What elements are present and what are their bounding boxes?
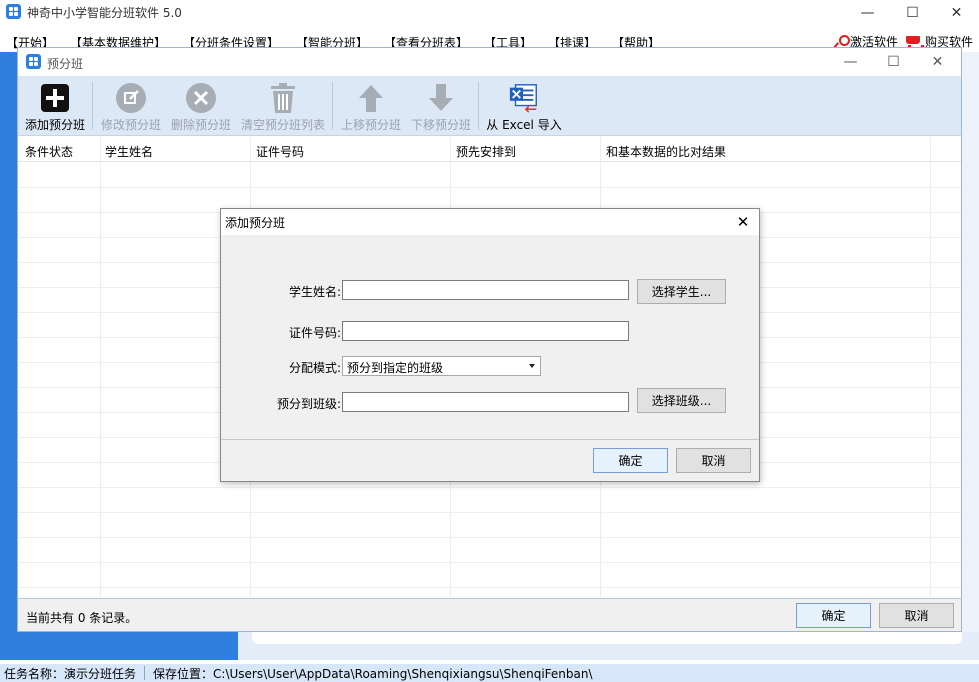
grid-line	[18, 587, 961, 588]
grid-line	[18, 187, 961, 188]
edit-icon	[115, 82, 147, 114]
dialog-cancel-button[interactable]: 取消	[676, 448, 751, 473]
grid-line	[930, 137, 931, 597]
excel-import-button[interactable]: 从 Excel 导入	[484, 82, 564, 134]
student-name-input[interactable]	[342, 280, 629, 300]
status-separator	[144, 666, 146, 680]
child-title-bar: 预分班 — ☐ ✕	[18, 48, 961, 76]
column-header[interactable]: 条件状态	[25, 143, 73, 160]
edit-pre-assign-button[interactable]: 修改预分班	[100, 82, 162, 134]
background-panel	[0, 52, 17, 660]
choose-class-button[interactable]: 选择班级...	[637, 388, 726, 413]
dialog-title: 添加预分班	[225, 216, 286, 230]
toolbar: 添加预分班 修改预分班 删除预分班 清空预分班列表 上移预分班 下移预分班 从 …	[18, 76, 961, 136]
dialog-body: 学生姓名: 选择学生... 证件号码: 分配模式: 预分到指定的班级 预分到班级…	[221, 235, 759, 440]
child-minimize-button[interactable]: —	[828, 49, 873, 75]
delete-icon	[185, 82, 217, 114]
plus-icon	[39, 82, 71, 114]
cancel-button[interactable]: 取消	[879, 603, 954, 628]
record-count: 当前共有 0 条记录。	[26, 611, 138, 625]
app-title-bar: 神奇中小学智能分班软件 5.0 — ☐ ✕	[0, 0, 979, 25]
grid-line	[18, 537, 961, 538]
toolbar-separator	[332, 82, 333, 130]
toolbar-separator	[92, 82, 93, 130]
dialog-footer: 确定 取消	[221, 441, 759, 481]
target-class-label: 预分到班级:	[276, 397, 341, 411]
app-title: 神奇中小学智能分班软件 5.0	[27, 6, 182, 20]
child-window-title: 预分班	[47, 57, 84, 71]
target-class-input[interactable]	[342, 392, 629, 412]
save-path: 保存位置：C:\Users\User\AppData\Roaming\Shenq…	[153, 666, 593, 681]
column-header[interactable]: 和基本数据的比对结果	[606, 143, 726, 160]
mode-label: 分配模式:	[288, 361, 341, 375]
table-header: 条件状态 学生姓名 证件号码 预先安排到 和基本数据的比对结果	[18, 137, 961, 162]
minimize-button[interactable]: —	[845, 0, 890, 25]
id-number-label: 证件号码:	[288, 326, 341, 340]
close-button[interactable]: ✕	[934, 0, 979, 25]
move-down-button[interactable]: 下移预分班	[410, 82, 472, 134]
choose-student-button[interactable]: 选择学生...	[637, 279, 726, 304]
task-name: 任务名称：演示分班任务	[4, 666, 137, 681]
grid-line	[18, 487, 961, 488]
add-pre-assign-button[interactable]: 添加预分班	[24, 82, 86, 134]
arrow-up-icon	[355, 82, 387, 114]
background-panel	[962, 52, 979, 660]
child-footer: 当前共有 0 条记录。 确定 取消	[18, 598, 961, 631]
dialog-title-bar: 添加预分班 ✕	[221, 209, 759, 235]
dialog-ok-button[interactable]: 确定	[593, 448, 668, 473]
delete-pre-assign-button[interactable]: 删除预分班	[170, 82, 232, 134]
column-header[interactable]: 学生姓名	[105, 143, 153, 160]
grid-line	[18, 562, 961, 563]
column-header[interactable]: 预先安排到	[456, 143, 516, 160]
id-number-input[interactable]	[342, 321, 629, 341]
add-pre-assign-dialog: 添加预分班 ✕ 学生姓名: 选择学生... 证件号码: 分配模式: 预分到指定的…	[220, 208, 760, 482]
dialog-close-button[interactable]: ✕	[731, 210, 755, 234]
clear-list-button[interactable]: 清空预分班列表	[240, 82, 326, 134]
grid-line	[18, 512, 961, 513]
ok-button[interactable]: 确定	[796, 603, 871, 628]
student-name-label: 学生姓名:	[288, 285, 341, 299]
app-logo-icon	[26, 54, 41, 69]
column-header[interactable]: 证件号码	[256, 143, 304, 160]
maximize-button[interactable]: ☐	[890, 0, 935, 25]
chevron-down-icon	[529, 364, 535, 368]
mode-select-value: 预分到指定的班级	[347, 361, 444, 375]
child-maximize-button[interactable]: ☐	[871, 49, 916, 75]
mode-select[interactable]: 预分到指定的班级	[342, 356, 541, 376]
trash-icon	[267, 82, 299, 114]
child-close-button[interactable]: ✕	[915, 49, 960, 75]
app-logo-icon	[6, 4, 21, 19]
toolbar-separator	[478, 82, 479, 130]
excel-import-icon	[508, 82, 540, 114]
move-up-button[interactable]: 上移预分班	[340, 82, 402, 134]
grid-line	[100, 137, 101, 597]
status-bar: 任务名称：演示分班任务 保存位置：C:\Users\User\AppData\R…	[0, 664, 979, 682]
arrow-down-icon	[425, 82, 457, 114]
